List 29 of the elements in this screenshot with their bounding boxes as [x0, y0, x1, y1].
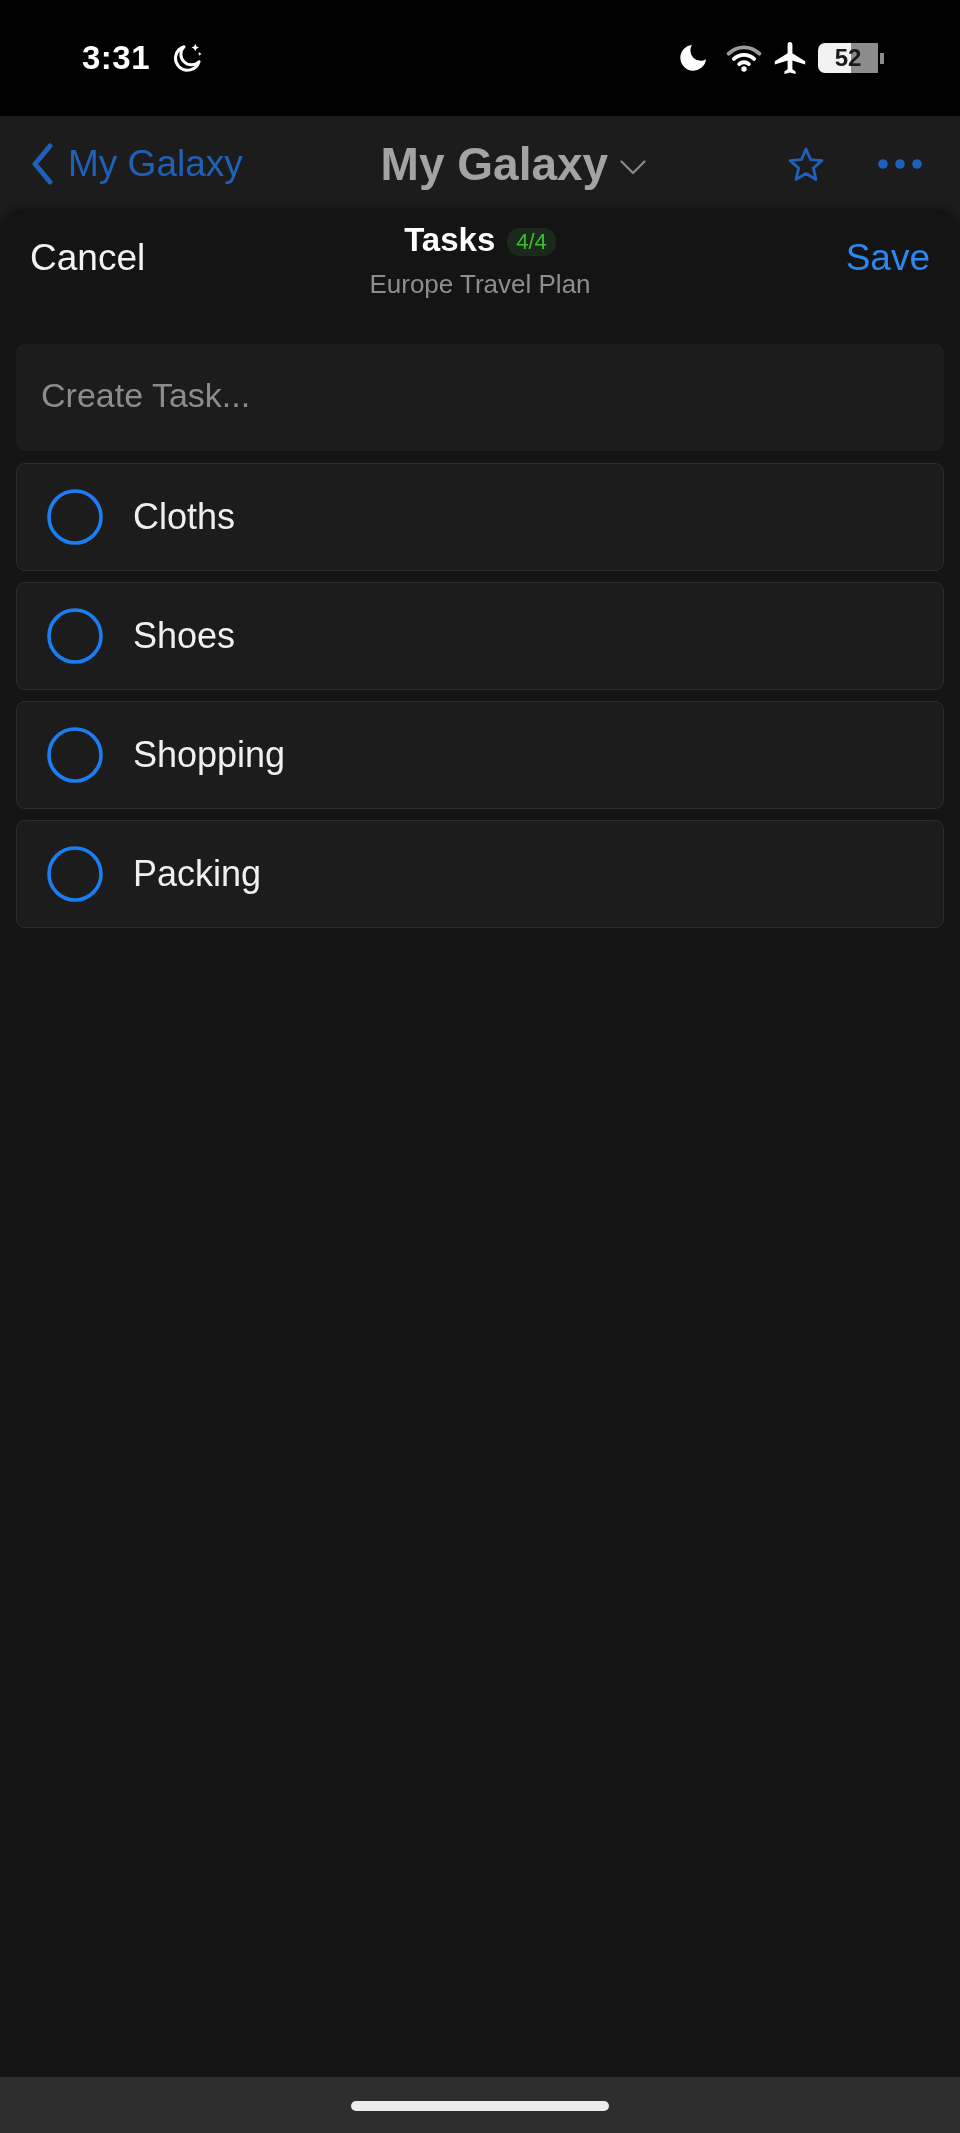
moon-icon — [679, 44, 706, 72]
sheet-title: Tasks — [404, 220, 496, 260]
task-item[interactable]: Cloths — [16, 463, 944, 571]
status-time: 3:31 — [82, 39, 151, 77]
wifi-icon — [726, 44, 762, 72]
save-button[interactable]: Save — [845, 236, 930, 280]
moon-stars-icon — [172, 43, 203, 73]
caret-down-icon — [620, 159, 647, 175]
star-icon — [788, 146, 824, 182]
task-item[interactable]: Shoes — [16, 582, 944, 690]
sheet-subtitle: Europe Travel Plan — [369, 268, 591, 300]
battery-indicator: 52 — [818, 43, 884, 73]
task-label: Shoes — [133, 615, 236, 657]
task-label: Shopping — [133, 734, 286, 776]
title-dropdown[interactable]: My Galaxy — [380, 137, 647, 191]
chevron-left-icon — [30, 143, 54, 185]
task-checkbox[interactable] — [47, 608, 103, 664]
task-item[interactable]: Packing — [16, 820, 944, 928]
airplane-icon — [774, 42, 806, 74]
create-task-field[interactable]: Create Task... — [16, 344, 944, 451]
task-checkbox[interactable] — [47, 846, 103, 902]
task-checkbox[interactable] — [47, 489, 103, 545]
task-label: Packing — [133, 853, 262, 895]
more-icon — [878, 159, 922, 169]
task-checkbox[interactable] — [47, 727, 103, 783]
count-badge: 4/4 — [507, 227, 556, 256]
cancel-button[interactable]: Cancel — [30, 236, 146, 280]
task-label: Cloths — [133, 496, 236, 538]
task-item[interactable]: Shopping — [16, 701, 944, 809]
